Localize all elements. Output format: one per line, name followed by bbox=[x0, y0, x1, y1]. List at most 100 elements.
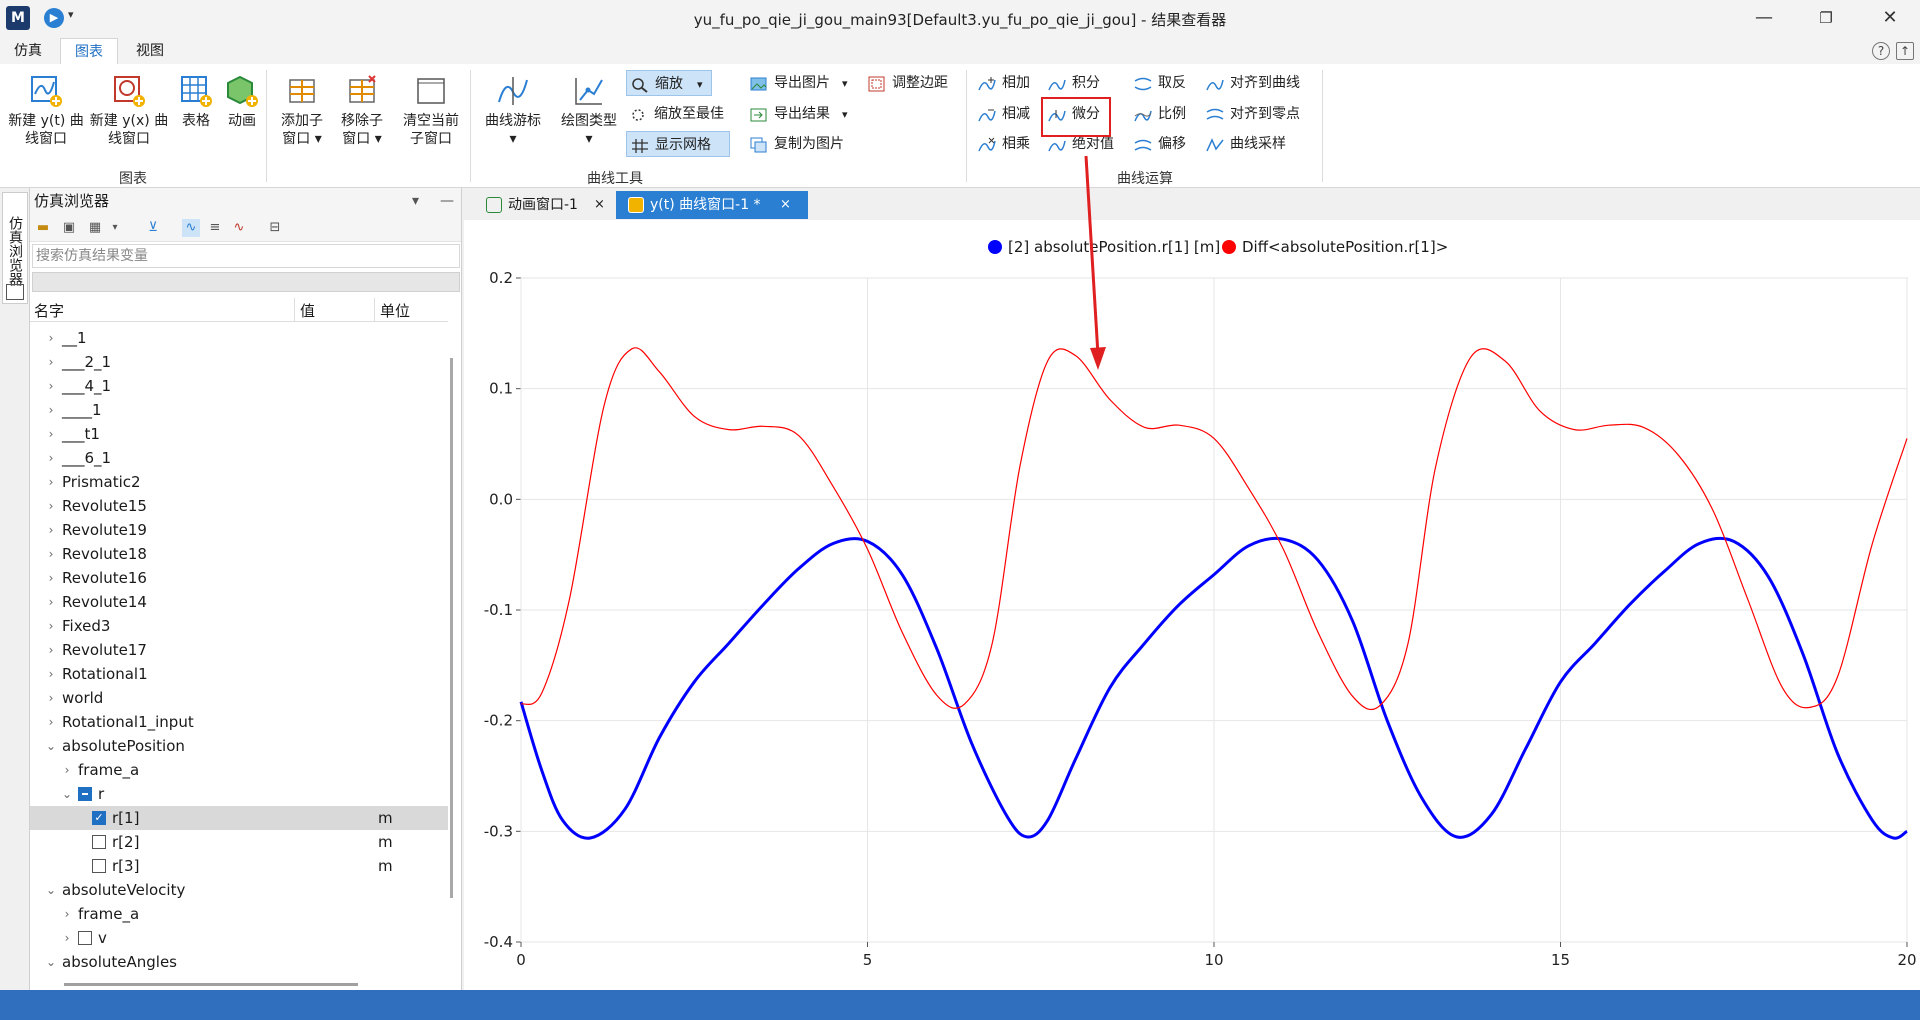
tree-row[interactable]: ⌄ r bbox=[30, 782, 448, 806]
tree-row[interactable]: › frame_a bbox=[30, 902, 448, 926]
curve-mode-icon[interactable]: ∿ bbox=[182, 219, 200, 237]
chevron-right-icon[interactable]: › bbox=[60, 758, 74, 782]
plot-type-button[interactable]: 绘图类型 ▾ bbox=[554, 74, 624, 148]
variable-search-input[interactable]: 搜索仿真结果变量 bbox=[32, 244, 460, 268]
minimize-icon[interactable]: — bbox=[1734, 0, 1794, 38]
save-icon[interactable]: ▣ bbox=[60, 219, 78, 237]
zoom-button[interactable]: 缩放 ▾ bbox=[626, 70, 712, 96]
tab-close-icon[interactable]: × bbox=[780, 191, 791, 219]
remove-subwindow-button[interactable]: 移除子 窗口 ▾ bbox=[334, 74, 390, 148]
new-animation-button[interactable]: 动画 bbox=[222, 74, 262, 130]
tree-row[interactable]: › world bbox=[30, 686, 448, 710]
chevron-down-icon[interactable]: ▾ bbox=[106, 219, 124, 237]
chevron-down-icon[interactable]: ⌄ bbox=[44, 734, 58, 758]
open-folder-icon[interactable]: ▬ bbox=[34, 219, 52, 237]
copy-image-button[interactable]: 复制为图片 bbox=[746, 131, 844, 157]
tree-row[interactable]: › Revolute15 bbox=[30, 494, 448, 518]
plot-area[interactable]: [2] absolutePosition.r[1] [m] Diff<absol… bbox=[464, 220, 1920, 990]
panel-menu-icon[interactable]: ▾ bbox=[412, 188, 419, 214]
show-grid-button[interactable]: 显示网格 bbox=[626, 131, 730, 157]
export-image-button[interactable]: 导出图片 ▾ bbox=[746, 70, 856, 96]
chevron-down-icon[interactable]: ▾ bbox=[842, 77, 848, 90]
help-icon[interactable]: ? bbox=[1872, 42, 1890, 60]
new-table-button[interactable]: 表格 bbox=[176, 74, 216, 130]
chevron-right-icon[interactable]: › bbox=[44, 350, 58, 374]
align-to-curve-button[interactable]: 对齐到曲线 bbox=[1202, 70, 1300, 96]
chevron-right-icon[interactable]: › bbox=[44, 686, 58, 710]
menu-simulation[interactable]: 仿真 bbox=[0, 38, 56, 64]
chevron-right-icon[interactable]: › bbox=[44, 398, 58, 422]
close-icon[interactable]: ✕ bbox=[1860, 0, 1920, 38]
curve-cursor-button[interactable]: 曲线游标 ▾ bbox=[478, 74, 548, 148]
chevron-right-icon[interactable]: › bbox=[44, 710, 58, 734]
menu-chart[interactable]: 图表 bbox=[60, 38, 118, 64]
tree-row[interactable]: › Revolute14 bbox=[30, 590, 448, 614]
variable-checkbox[interactable]: ✓ bbox=[92, 811, 106, 825]
scale-button[interactable]: 比例 bbox=[1130, 101, 1186, 127]
multiply-curves-button[interactable]: 相乘 bbox=[974, 131, 1030, 157]
tree-row[interactable]: › Revolute19 bbox=[30, 518, 448, 542]
filter-icon[interactable]: ≡ bbox=[206, 219, 224, 237]
panel-minimize-icon[interactable]: — bbox=[440, 188, 454, 214]
align-to-zero-button[interactable]: 对齐到零点 bbox=[1202, 101, 1300, 127]
integral-button[interactable]: 积分 bbox=[1044, 70, 1100, 96]
negate-button[interactable]: 取反 bbox=[1130, 70, 1186, 96]
red-curve-icon[interactable]: ∿ bbox=[230, 219, 248, 237]
plot-variable-icon[interactable]: ⊻ bbox=[144, 219, 162, 237]
chevron-right-icon[interactable]: › bbox=[44, 566, 58, 590]
chevron-right-icon[interactable]: › bbox=[44, 374, 58, 398]
tree-row[interactable]: › Revolute18 bbox=[30, 542, 448, 566]
tree-row[interactable]: ⌄ absoluteAngles bbox=[30, 950, 448, 974]
tree-row[interactable]: › ___4_1 bbox=[30, 374, 448, 398]
clear-subwindow-button[interactable]: 清空当前 子窗口 bbox=[396, 74, 466, 148]
line-chart[interactable]: -0.4 -0.3 -0.2 -0.1 0.0 0.1 0.2 0 5 10 15 20 bbox=[464, 220, 1920, 990]
chevron-down-icon[interactable]: ▾ bbox=[842, 108, 848, 121]
tree-row[interactable]: r[2] m bbox=[30, 830, 448, 854]
tree-row[interactable]: › ___t1 bbox=[30, 422, 448, 446]
variable-checkbox[interactable] bbox=[92, 859, 106, 873]
chevron-down-icon[interactable]: ⌄ bbox=[60, 782, 74, 806]
chevron-right-icon[interactable]: › bbox=[44, 638, 58, 662]
menu-view[interactable]: 视图 bbox=[122, 38, 178, 64]
tree-row[interactable]: › Revolute17 bbox=[30, 638, 448, 662]
variable-checkbox[interactable] bbox=[78, 931, 92, 945]
tree-row[interactable]: › frame_a bbox=[30, 758, 448, 782]
tree-row[interactable]: › Rotational1 bbox=[30, 662, 448, 686]
new-yt-window-button[interactable]: 新建 y(t) 曲 线窗口 bbox=[4, 74, 88, 148]
chevron-right-icon[interactable]: › bbox=[44, 542, 58, 566]
chevron-right-icon[interactable]: › bbox=[44, 614, 58, 638]
tree-row[interactable]: › Revolute16 bbox=[30, 566, 448, 590]
tree-row[interactable]: ⌄ absolutePosition bbox=[30, 734, 448, 758]
variable-checkbox[interactable] bbox=[78, 787, 92, 801]
adjust-margin-button[interactable]: 调整边距 bbox=[864, 70, 948, 96]
chevron-down-icon[interactable]: ⌄ bbox=[44, 950, 58, 974]
chevron-right-icon[interactable]: › bbox=[44, 446, 58, 470]
filter-bar[interactable] bbox=[32, 272, 460, 292]
tree-row[interactable]: › ____1 bbox=[30, 398, 448, 422]
chevron-right-icon[interactable]: › bbox=[44, 590, 58, 614]
chart-icon[interactable] bbox=[6, 284, 24, 300]
chevron-right-icon[interactable]: › bbox=[60, 902, 74, 926]
zoom-best-button[interactable]: 缩放至最佳 bbox=[626, 101, 724, 127]
tree-row[interactable]: › Fixed3 bbox=[30, 614, 448, 638]
tree-row[interactable]: ⌄ absoluteVelocity bbox=[30, 878, 448, 902]
tree-row[interactable]: › ___2_1 bbox=[30, 350, 448, 374]
tab-animation-window[interactable]: 动画窗口-1 × bbox=[474, 191, 614, 219]
chevron-right-icon[interactable]: › bbox=[44, 494, 58, 518]
tree-row[interactable]: › ___6_1 bbox=[30, 446, 448, 470]
collapse-all-icon[interactable]: ⊟ bbox=[266, 219, 284, 237]
export-result-button[interactable]: 导出结果 ▾ bbox=[746, 101, 856, 127]
tree-row[interactable]: › Rotational1_input bbox=[30, 710, 448, 734]
chevron-right-icon[interactable]: › bbox=[44, 326, 58, 350]
tree-row[interactable]: ✓ r[1] m bbox=[30, 806, 448, 830]
chevron-down-icon[interactable]: ⌄ bbox=[44, 878, 58, 902]
add-curves-button[interactable]: 相加 bbox=[974, 70, 1030, 96]
table-view-icon[interactable]: ▦ bbox=[86, 219, 104, 237]
chevron-right-icon[interactable]: › bbox=[44, 662, 58, 686]
chevron-down-icon[interactable]: ▾ bbox=[697, 78, 703, 91]
chevron-right-icon[interactable]: › bbox=[44, 518, 58, 542]
tree-horizontal-scrollbar[interactable] bbox=[64, 983, 358, 986]
chevron-right-icon[interactable]: › bbox=[60, 926, 74, 950]
tab-yt-curve-window[interactable]: y(t) 曲线窗口-1 * × bbox=[616, 191, 808, 219]
chevron-right-icon[interactable]: › bbox=[44, 422, 58, 446]
